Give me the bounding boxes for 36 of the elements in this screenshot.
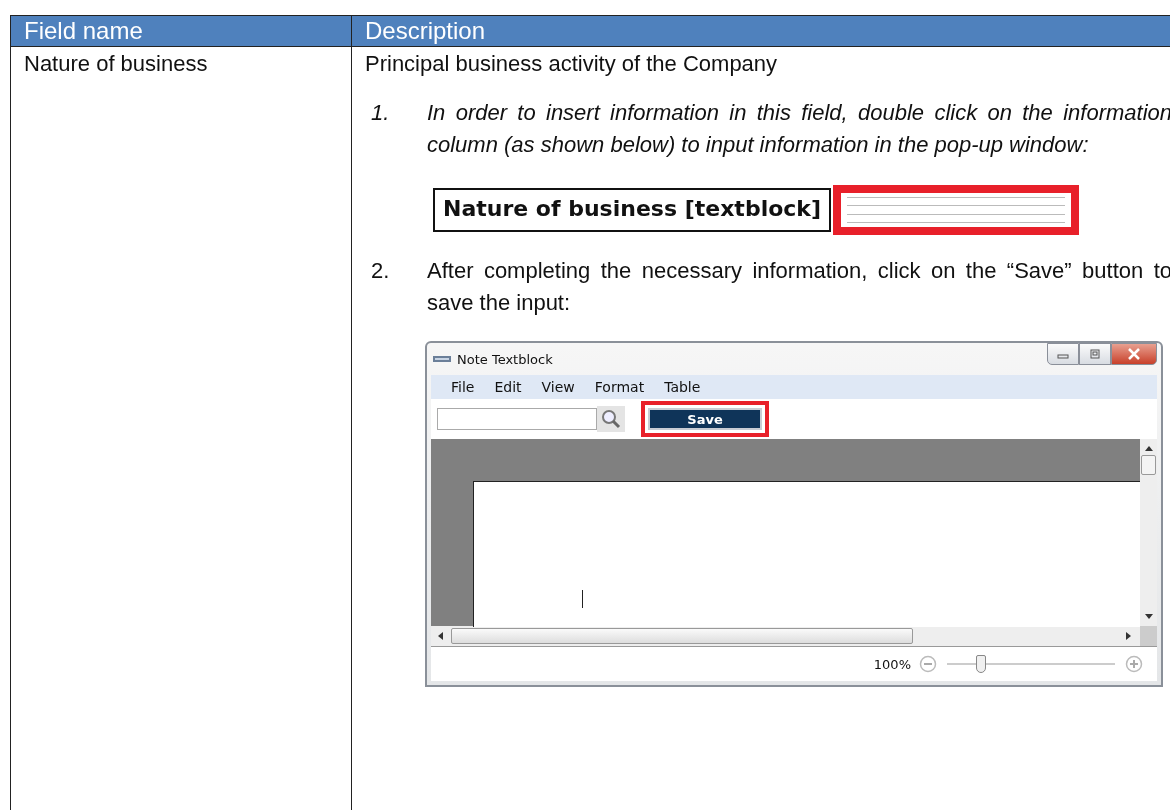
menu-item[interactable]: Table [664,379,701,395]
window-title: Note Textblock [457,351,553,367]
scrollbar-corner [1140,626,1157,646]
field-label: Nature of business [textblock] [433,188,832,232]
step-number: 1. [371,99,391,127]
menu-item[interactable]: Format [594,379,645,395]
app-icon [433,356,451,362]
menu-item[interactable]: View [541,379,575,395]
column-header: Description [351,15,1170,47]
scroll-thumb[interactable] [451,628,913,644]
zoom-out-icon[interactable] [919,655,937,673]
menu-item[interactable]: Edit [494,379,522,395]
horizontal-scrollbar[interactable] [431,626,1157,646]
close-icon [1127,348,1141,360]
close-button[interactable] [1111,343,1157,365]
field-name: Nature of business [24,51,208,76]
column-header: Field name [10,15,352,47]
scroll-right-arrow-icon[interactable] [1126,632,1132,640]
scroll-down-arrow-icon[interactable] [1144,614,1153,620]
maximize-button[interactable] [1079,343,1111,365]
zoom-in-icon[interactable] [1125,655,1143,673]
menu-item[interactable]: File [451,379,475,395]
save-button[interactable]: Save [648,408,762,430]
search-button[interactable] [597,406,625,432]
search-field[interactable] [437,408,597,430]
field-description: Principal business activity of the Company [365,51,779,77]
scroll-thumb[interactable] [1141,455,1156,475]
step-number: 2. [371,257,391,285]
vertical-scrollbar[interactable] [1140,439,1157,626]
scroll-left-arrow-icon[interactable] [437,632,443,640]
minimize-button[interactable] [1047,343,1079,365]
text-cursor [582,590,583,608]
textblock-field[interactable] [833,185,1080,235]
zoom-level: 100% [873,656,911,672]
scroll-up-arrow-icon[interactable] [1144,445,1153,451]
maximize-icon [1089,349,1101,359]
